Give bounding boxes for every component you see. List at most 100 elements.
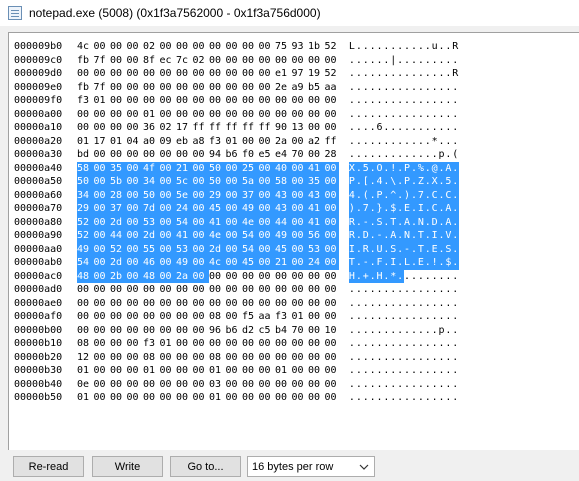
ascii-char[interactable]: . <box>369 175 377 189</box>
hex-byte[interactable]: 44 <box>275 215 292 229</box>
ascii-char[interactable]: I <box>389 256 397 270</box>
hex-byte[interactable]: 45 <box>242 256 259 270</box>
hex-byte[interactable]: 00 <box>226 270 243 284</box>
row-ascii[interactable]: X. 5. O.!. P.%. @. A. <box>348 161 459 175</box>
ascii-char[interactable]: . <box>452 297 459 311</box>
hex-row[interactable]: 00000a40 58 00 35 00 4f 00 21 00 50 00 25 00 40 00 41 00… <box>14 161 459 175</box>
hex-byte[interactable]: 00 <box>110 108 127 122</box>
ascii-char[interactable]: . <box>376 297 383 311</box>
hex-byte[interactable]: 2d <box>209 242 226 256</box>
ascii-char[interactable]: . <box>424 135 431 149</box>
hex-byte[interactable]: 00 <box>160 108 177 122</box>
hex-byte[interactable]: c5 <box>259 324 276 338</box>
hex-byte[interactable]: 4c <box>209 256 226 270</box>
ascii-char[interactable]: p <box>438 148 445 162</box>
ascii-char[interactable]: ) <box>403 188 411 202</box>
hex-byte[interactable]: a0 <box>143 135 160 149</box>
ascii-char[interactable]: . <box>411 310 418 324</box>
ascii-char[interactable]: . <box>424 310 431 324</box>
ascii-char[interactable]: . <box>383 67 390 81</box>
ascii-char[interactable]: . <box>404 54 411 68</box>
hex-row[interactable]: 00000b30 01 00 00 00 01 00 00 00 01 00 00 00 01 00 00 00… <box>14 364 459 378</box>
ascii-char[interactable]: . <box>445 337 452 351</box>
ascii-char[interactable]: . <box>397 391 404 405</box>
ascii-char[interactable]: X <box>348 161 356 175</box>
ascii-char[interactable]: . <box>404 310 411 324</box>
ascii-char[interactable]: . <box>369 40 376 54</box>
hex-byte[interactable]: 00 <box>209 67 226 81</box>
ascii-char[interactable]: . <box>355 378 362 392</box>
hex-row[interactable]: 000009c0 fb 7f 00 00 8f ec 7c 02 00 00 00 00 00 00 00 00… <box>14 54 459 68</box>
ascii-char[interactable]: P <box>376 188 383 202</box>
ascii-char[interactable]: . <box>383 283 390 297</box>
hex-byte[interactable]: 00 <box>225 229 242 243</box>
ascii-char[interactable]: . <box>383 40 390 54</box>
hex-row[interactable]: 00000a20 01 17 01 04 a0 09 eb a8 f3 01 00 00 2a 00 a2 ff… <box>14 135 459 149</box>
hex-byte[interactable]: 44 <box>110 229 127 243</box>
hex-byte[interactable]: 00 <box>93 161 110 175</box>
ascii-char[interactable]: . <box>355 67 362 81</box>
hex-byte[interactable]: 00 <box>143 283 160 297</box>
ascii-char[interactable]: . <box>390 378 397 392</box>
hex-byte[interactable]: 00 <box>176 391 193 405</box>
hex-byte[interactable]: 00 <box>176 81 193 95</box>
hex-byte[interactable]: 00 <box>143 94 160 108</box>
hex-row[interactable]: 00000b00 00 00 00 00 00 00 00 00 96 b6 d2 c5 b4 70 00 10… <box>14 324 459 338</box>
ascii-char[interactable]: [ <box>362 175 370 189</box>
ascii-char[interactable]: . <box>452 337 459 351</box>
hex-byte[interactable]: 00 <box>176 283 193 297</box>
hex-byte[interactable]: 00 <box>308 324 325 338</box>
hex-byte[interactable]: aa <box>259 310 276 324</box>
ascii-char[interactable]: . <box>382 269 390 283</box>
ascii-char[interactable]: $ <box>389 202 397 216</box>
hex-byte[interactable]: aa <box>325 81 339 95</box>
hex-byte[interactable]: 37 <box>110 202 127 216</box>
row-ascii[interactable]: R.D.-.A.N.T.I.V. <box>348 229 459 243</box>
hex-byte[interactable]: 00 <box>225 242 242 256</box>
ascii-char[interactable]: . <box>417 94 424 108</box>
row-ascii[interactable]: ................ <box>349 81 459 95</box>
ascii-char[interactable]: . <box>431 148 438 162</box>
ascii-char[interactable]: . <box>369 378 376 392</box>
ascii-char[interactable]: . <box>411 364 418 378</box>
ascii-char[interactable]: . <box>383 148 390 162</box>
ascii-char[interactable]: . <box>376 378 383 392</box>
hex-byte[interactable]: 00 <box>325 310 339 324</box>
hex-row[interactable]: 000009e0 fb 7f 00 00 00 00 00 00 00 00 00 00 2e a9 b5 aa… <box>14 81 459 95</box>
hex-byte[interactable]: 50 <box>143 188 160 202</box>
ascii-char[interactable]: . <box>445 135 452 149</box>
hex-row[interactable]: 000009b0 4c 00 00 00 02 00 00 00 00 00 00 00 75 93 1b 52… <box>14 40 459 54</box>
hex-byte[interactable]: 00 <box>176 337 193 351</box>
hex-byte[interactable]: 2a <box>176 269 193 283</box>
hex-byte[interactable]: 00 <box>143 324 160 338</box>
hex-byte[interactable]: 00 <box>308 351 325 365</box>
hex-byte[interactable]: 5e <box>176 188 193 202</box>
hex-byte[interactable]: f0 <box>242 148 259 162</box>
ascii-char[interactable]: . <box>349 67 356 81</box>
ascii-char[interactable]: T <box>389 215 397 229</box>
hex-byte[interactable]: 00 <box>193 148 210 162</box>
ascii-char[interactable]: . <box>445 148 452 162</box>
hex-byte[interactable]: 94 <box>209 148 226 162</box>
hex-byte[interactable]: 00 <box>127 148 144 162</box>
hex-byte[interactable]: 00 <box>324 188 339 202</box>
hex-byte[interactable]: 00 <box>94 297 111 311</box>
hex-byte[interactable]: 00 <box>193 310 210 324</box>
hex-byte[interactable]: 00 <box>110 67 127 81</box>
hex-byte[interactable]: 00 <box>127 121 144 135</box>
ascii-char[interactable]: P <box>403 161 411 175</box>
row-hex-bytes[interactable]: 01 17 01 04 a0 09 eb a8 f3 01 00 00 2a 00 a2 ff <box>77 135 339 149</box>
ascii-char[interactable]: . <box>452 81 459 95</box>
row-ascii[interactable]: ................ <box>349 391 459 405</box>
ascii-char[interactable]: . <box>349 364 356 378</box>
ascii-char[interactable]: . <box>369 256 377 270</box>
hex-byte[interactable]: 00 <box>160 67 177 81</box>
hex-byte[interactable]: 21 <box>275 256 292 270</box>
hex-byte[interactable]: 00 <box>126 229 143 243</box>
ascii-char[interactable]: . <box>411 121 418 135</box>
hex-byte[interactable]: 00 <box>325 337 339 351</box>
hex-byte[interactable]: 00 <box>159 215 176 229</box>
ascii-char[interactable]: * <box>431 135 438 149</box>
ascii-char[interactable]: . <box>376 364 383 378</box>
hex-byte[interactable]: 00 <box>127 378 144 392</box>
